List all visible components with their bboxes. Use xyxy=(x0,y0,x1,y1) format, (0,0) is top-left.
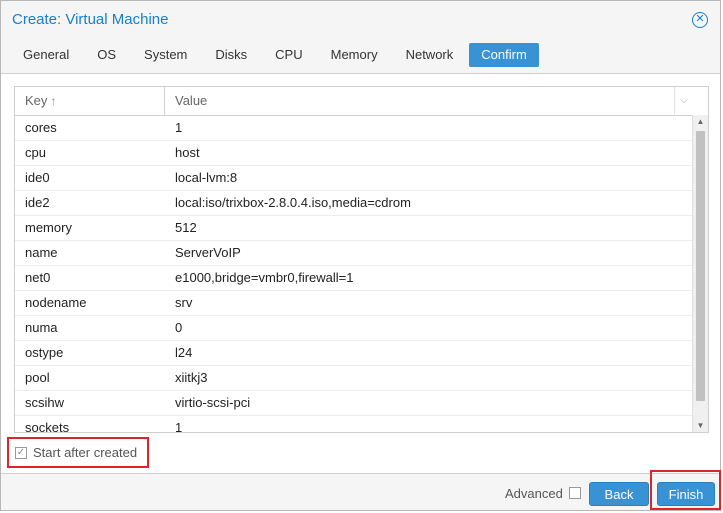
row-value: 1 xyxy=(175,420,183,433)
table-row[interactable]: memory 512 xyxy=(15,216,693,241)
row-value: xiitkj3 xyxy=(175,370,208,385)
row-value: local-lvm:8 xyxy=(175,170,238,185)
table-row[interactable]: scsihw virtio-scsi-pci xyxy=(15,391,693,416)
value-header-label: Value xyxy=(175,93,208,108)
table-row[interactable]: ostype l24 xyxy=(15,341,693,366)
tab-bar: General OS System Disks CPU Memory Netwo… xyxy=(1,37,720,74)
advanced-label: Advanced xyxy=(505,486,563,501)
row-value: ServerVoIP xyxy=(175,245,241,260)
table-row[interactable]: nodename srv xyxy=(15,291,693,316)
grid-body: cores 1 cpu host ide0 local-lvm:8 ide2 local… xyxy=(15,116,693,433)
tab-network[interactable]: Network xyxy=(394,43,466,67)
key-header-label: Key xyxy=(25,93,48,108)
dialog-footer: Advanced Back Finish xyxy=(1,473,720,510)
scroll-up-arrow-icon[interactable]: ▲ xyxy=(693,115,708,129)
row-value: 1 xyxy=(175,120,183,135)
row-value: virtio-scsi-pci xyxy=(175,395,251,410)
row-key: sockets xyxy=(25,420,70,433)
row-value: 512 xyxy=(175,220,197,235)
row-key: pool xyxy=(25,370,50,385)
table-row[interactable]: name ServerVoIP xyxy=(15,241,693,266)
column-menu-chevron-icon[interactable]: ⌵ xyxy=(674,87,693,114)
row-key: ide2 xyxy=(25,195,50,210)
row-value: local:iso/trixbox-2.8.0.4.iso,media=cdro… xyxy=(175,195,411,210)
dialog-title: Create: Virtual Machine xyxy=(12,11,169,28)
advanced-checkbox[interactable] xyxy=(569,487,581,499)
sort-ascending-icon: ↑ xyxy=(50,94,57,108)
start-after-created-label: Start after created xyxy=(33,445,138,460)
row-value: srv xyxy=(175,295,193,310)
row-key: name xyxy=(25,245,58,260)
row-value: host xyxy=(175,145,200,160)
row-value: l24 xyxy=(175,345,193,360)
row-key: nodename xyxy=(25,295,87,310)
row-key: ostype xyxy=(25,345,64,360)
grid-scrollbar[interactable]: ▲ ▼ xyxy=(692,115,708,432)
row-key: scsihw xyxy=(25,395,65,410)
tab-system[interactable]: System xyxy=(132,43,199,67)
table-row[interactable]: ide0 local-lvm:8 xyxy=(15,166,693,191)
row-key: ide0 xyxy=(25,170,50,185)
row-key: net0 xyxy=(25,270,51,285)
summary-grid: Key ↑ Value ⌵ cores 1 cpu host ide0 local-lvm… xyxy=(14,86,709,433)
grid-header: Key ↑ Value ⌵ xyxy=(15,87,693,116)
table-row[interactable]: pool xiitkj3 xyxy=(15,366,693,391)
row-key: cpu xyxy=(25,145,46,160)
key-column-header[interactable]: Key ↑ xyxy=(15,87,165,115)
dialog-titlebar: Create: Virtual Machine ✕ xyxy=(1,1,720,37)
tab-disks[interactable]: Disks xyxy=(203,43,259,67)
row-value: e1000,bridge=vmbr0,firewall=1 xyxy=(175,270,354,285)
value-column-header[interactable]: Value ⌵ xyxy=(165,87,693,115)
tabs: General OS System Disks CPU Memory Netwo… xyxy=(11,43,543,67)
row-key: numa xyxy=(25,320,58,335)
start-after-created-checkbox[interactable]: ✓ xyxy=(15,447,27,459)
tab-general[interactable]: General xyxy=(11,43,81,67)
create-vm-dialog: Create: Virtual Machine ✕ General OS Sys… xyxy=(0,0,721,511)
tab-os[interactable]: OS xyxy=(85,43,128,67)
tab-confirm[interactable]: Confirm xyxy=(469,43,539,67)
table-row[interactable]: numa 0 xyxy=(15,316,693,341)
table-row[interactable]: cores 1 xyxy=(15,116,693,141)
tab-cpu[interactable]: CPU xyxy=(263,43,314,67)
tab-memory[interactable]: Memory xyxy=(319,43,390,67)
table-row[interactable]: ide2 local:iso/trixbox-2.8.0.4.iso,media=… xyxy=(15,191,693,216)
row-value: 0 xyxy=(175,320,183,335)
scroll-thumb[interactable] xyxy=(696,131,705,401)
scroll-down-arrow-icon[interactable]: ▼ xyxy=(693,419,708,432)
row-key: memory xyxy=(25,220,72,235)
table-row[interactable]: sockets 1 xyxy=(15,416,693,433)
finish-button[interactable]: Finish xyxy=(657,482,715,506)
table-row[interactable]: net0 e1000,bridge=vmbr0,firewall=1 xyxy=(15,266,693,291)
table-row[interactable]: cpu host xyxy=(15,141,693,166)
start-after-created-highlight: ✓ Start after created xyxy=(7,437,149,468)
close-icon[interactable]: ✕ xyxy=(692,12,708,28)
row-key: cores xyxy=(25,120,57,135)
back-button[interactable]: Back xyxy=(589,482,649,506)
